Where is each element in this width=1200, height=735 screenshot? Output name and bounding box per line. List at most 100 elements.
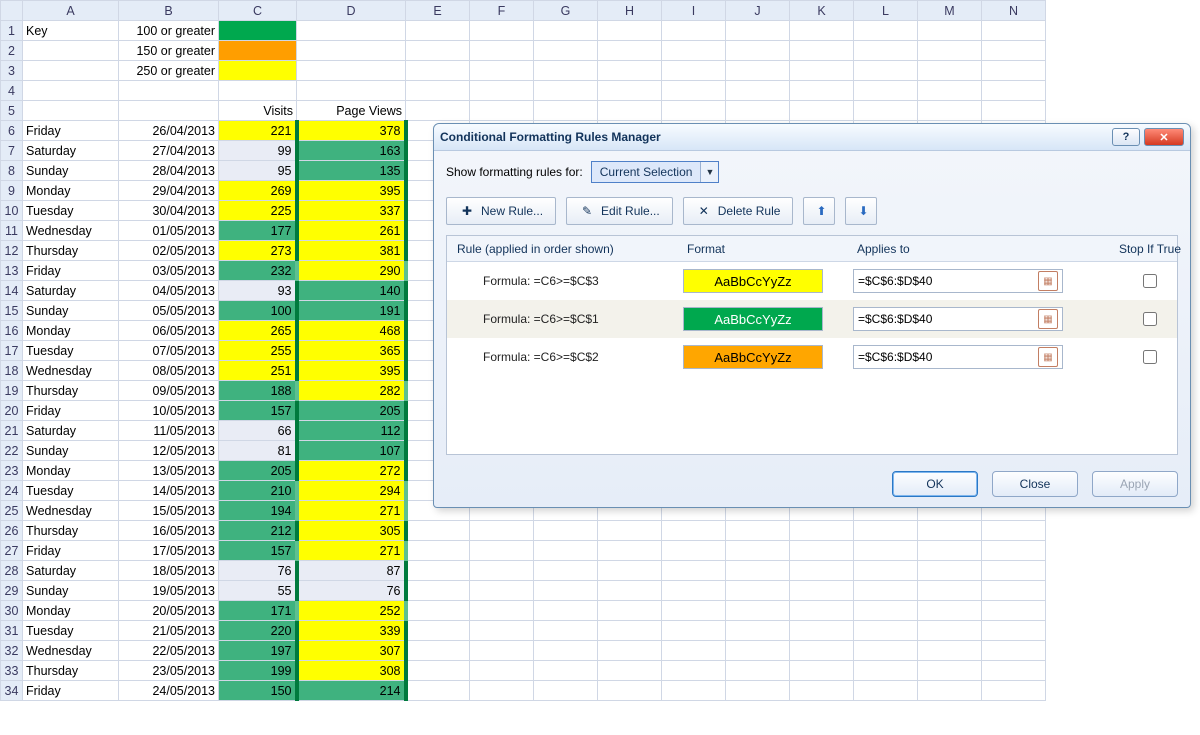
- cell[interactable]: 22/05/2013: [119, 641, 219, 661]
- row-header[interactable]: 16: [1, 321, 23, 341]
- cell[interactable]: [406, 561, 470, 581]
- cell[interactable]: [790, 21, 854, 41]
- cell[interactable]: 16/05/2013: [119, 521, 219, 541]
- cell[interactable]: 157: [219, 401, 297, 421]
- row-header[interactable]: 4: [1, 81, 23, 101]
- cell[interactable]: [470, 521, 534, 541]
- cell[interactable]: Thursday: [23, 661, 119, 681]
- cell[interactable]: 87: [297, 561, 406, 581]
- cell[interactable]: [662, 101, 726, 121]
- cell[interactable]: [598, 661, 662, 681]
- row-header[interactable]: 30: [1, 601, 23, 621]
- row-header[interactable]: 3: [1, 61, 23, 81]
- cell[interactable]: 225: [219, 201, 297, 221]
- cell[interactable]: [534, 21, 598, 41]
- cell[interactable]: [982, 621, 1046, 641]
- cell[interactable]: Sunday: [23, 441, 119, 461]
- column-header[interactable]: F: [470, 1, 534, 21]
- cell[interactable]: 12/05/2013: [119, 441, 219, 461]
- cell[interactable]: 29/04/2013: [119, 181, 219, 201]
- cell[interactable]: [918, 681, 982, 701]
- cell[interactable]: 212: [219, 521, 297, 541]
- cell[interactable]: [918, 21, 982, 41]
- cell[interactable]: 282: [297, 381, 406, 401]
- rule-row[interactable]: Formula: =C6>=$C$2AaBbCcYyZz=$C$6:$D$40▦: [447, 338, 1177, 376]
- cell[interactable]: [918, 601, 982, 621]
- cell[interactable]: [726, 661, 790, 681]
- cell[interactable]: [406, 681, 470, 701]
- cell[interactable]: Thursday: [23, 241, 119, 261]
- cell[interactable]: 08/05/2013: [119, 361, 219, 381]
- cell[interactable]: [790, 81, 854, 101]
- column-header[interactable]: I: [662, 1, 726, 21]
- cell[interactable]: [406, 101, 470, 121]
- row-header[interactable]: 31: [1, 621, 23, 641]
- cell[interactable]: Monday: [23, 181, 119, 201]
- delete-rule-button[interactable]: ✕ Delete Rule: [683, 197, 794, 225]
- cell[interactable]: Wednesday: [23, 221, 119, 241]
- cell[interactable]: Monday: [23, 321, 119, 341]
- cell[interactable]: [598, 641, 662, 661]
- cell[interactable]: 255: [219, 341, 297, 361]
- cell[interactable]: Friday: [23, 121, 119, 141]
- column-header[interactable]: M: [918, 1, 982, 21]
- cell[interactable]: Key: [23, 21, 119, 41]
- cell[interactable]: [119, 101, 219, 121]
- cell[interactable]: Thursday: [23, 381, 119, 401]
- cell[interactable]: 01/05/2013: [119, 221, 219, 241]
- cell[interactable]: [854, 581, 918, 601]
- cell[interactable]: [726, 21, 790, 41]
- cell[interactable]: Monday: [23, 461, 119, 481]
- stop-if-true-checkbox[interactable]: [1143, 350, 1157, 364]
- cell[interactable]: 14/05/2013: [119, 481, 219, 501]
- cell[interactable]: [297, 81, 406, 101]
- row-header[interactable]: 24: [1, 481, 23, 501]
- cell[interactable]: [470, 81, 534, 101]
- cell[interactable]: [918, 41, 982, 61]
- cell[interactable]: [854, 541, 918, 561]
- cell[interactable]: [662, 61, 726, 81]
- cell[interactable]: [790, 661, 854, 681]
- cell[interactable]: 10/05/2013: [119, 401, 219, 421]
- cell[interactable]: Saturday: [23, 141, 119, 161]
- cell[interactable]: 03/05/2013: [119, 261, 219, 281]
- cell[interactable]: [790, 621, 854, 641]
- cell[interactable]: [918, 521, 982, 541]
- cell[interactable]: [918, 661, 982, 681]
- row-header[interactable]: 9: [1, 181, 23, 201]
- column-header[interactable]: A: [23, 1, 119, 21]
- cell[interactable]: 15/05/2013: [119, 501, 219, 521]
- cell[interactable]: Friday: [23, 401, 119, 421]
- cell[interactable]: [982, 81, 1046, 101]
- cell[interactable]: [534, 621, 598, 641]
- row-header[interactable]: 19: [1, 381, 23, 401]
- cell[interactable]: [598, 581, 662, 601]
- cell[interactable]: [23, 41, 119, 61]
- cell[interactable]: [406, 61, 470, 81]
- cell[interactable]: [470, 541, 534, 561]
- cell[interactable]: Sunday: [23, 161, 119, 181]
- cell[interactable]: [534, 561, 598, 581]
- cell[interactable]: [470, 21, 534, 41]
- cell[interactable]: [662, 21, 726, 41]
- cell[interactable]: [219, 21, 297, 41]
- cell[interactable]: [918, 561, 982, 581]
- cell[interactable]: 20/05/2013: [119, 601, 219, 621]
- cell[interactable]: [406, 541, 470, 561]
- help-button[interactable]: ?: [1112, 128, 1140, 146]
- cell[interactable]: [726, 621, 790, 641]
- cell[interactable]: [982, 561, 1046, 581]
- cell[interactable]: [470, 661, 534, 681]
- cell[interactable]: [726, 61, 790, 81]
- row-header[interactable]: 22: [1, 441, 23, 461]
- row-header[interactable]: 23: [1, 461, 23, 481]
- cell[interactable]: 02/05/2013: [119, 241, 219, 261]
- cell[interactable]: [918, 621, 982, 641]
- cell[interactable]: [982, 601, 1046, 621]
- cell[interactable]: 66: [219, 421, 297, 441]
- cell[interactable]: [854, 61, 918, 81]
- cell[interactable]: [598, 681, 662, 701]
- cell[interactable]: [598, 61, 662, 81]
- cell[interactable]: 250 or greater: [119, 61, 219, 81]
- row-header[interactable]: 34: [1, 681, 23, 701]
